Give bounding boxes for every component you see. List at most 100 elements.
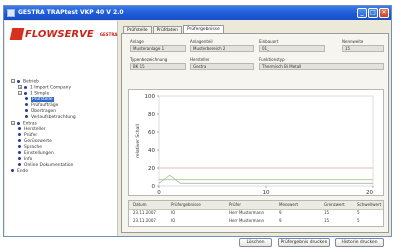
tree-item-label: 1 Import Company — [30, 85, 72, 91]
field-anlagenteil: Musterbereich 2 — [190, 45, 254, 52]
logo-mark-icon — [9, 28, 25, 40]
tree-item-label: 1 Simple — [30, 91, 50, 97]
y-tick-label: 0 — [152, 184, 156, 190]
bullet-icon — [25, 103, 28, 106]
tree-item-label: Prüfaufträge — [31, 103, 59, 108]
bullet-icon — [24, 85, 27, 89]
table-cell: IO — [171, 210, 176, 215]
y-tick-label: 20 — [148, 166, 155, 172]
y-tick-label: 80 — [148, 112, 155, 118]
y-tick-label: 100 — [145, 94, 156, 100]
field-nennweite: 15 — [342, 45, 384, 52]
flowserve-logo: FLOWSERVE GESTRA — [9, 28, 118, 42]
column-header[interactable]: Datum — [133, 201, 147, 209]
tree-item[interactable]: Ende — [11, 169, 115, 175]
logo-sub: GESTRA — [99, 31, 118, 37]
table-cell: Herr Mustermann — [229, 218, 265, 223]
tree-item-label: Verlaufsbetrachtung — [31, 115, 76, 120]
delete-button[interactable]: Löschen — [239, 238, 272, 247]
table-cell: Herr Mustermann — [229, 210, 265, 215]
bullet-icon — [17, 79, 20, 83]
tree-item-label: Übertragen — [31, 109, 56, 114]
bullet-icon — [25, 109, 28, 112]
column-header[interactable]: Grenzwert — [324, 201, 345, 209]
table-cell: IO — [171, 218, 176, 223]
y-tick-label: 40 — [148, 148, 155, 154]
window-title: GESTRA TRAPtest VKP 40 V 2.0 — [18, 9, 124, 16]
title-bar[interactable]: GESTRA TRAPtest VKP 40 V 2.0 _ □ ✕ — [4, 6, 391, 20]
bullet-icon — [18, 151, 21, 154]
bullet-icon — [18, 163, 21, 166]
tree-item-label: Info — [24, 157, 33, 162]
x-tick-label: 10 — [263, 190, 270, 195]
column-header[interactable]: Prüfergebnisse — [171, 201, 201, 209]
maximize-button[interactable]: □ — [368, 8, 378, 18]
close-button[interactable]: ✕ — [379, 8, 389, 18]
table-cell: 9 — [279, 210, 282, 215]
column-header[interactable]: Schwellwert — [357, 201, 381, 209]
x-tick-label: 20 — [366, 190, 373, 195]
collapse-icon[interactable]: − — [18, 91, 22, 95]
label-funktionstyp: Funktionstyp — [259, 57, 285, 62]
bullet-icon — [11, 169, 14, 172]
table-row[interactable]: 23.11.2007 IO Herr Mustermann 9 15 5 — [129, 209, 383, 217]
tree-item-label: Prüfer — [24, 133, 38, 138]
table-cell: 23.11.2007 — [133, 210, 156, 215]
y-tick-label: 60 — [148, 130, 155, 136]
field-anlage: Musteranlage 1 — [130, 45, 186, 52]
tree-item-label: Online Dokumentation — [24, 163, 74, 168]
navigation-tree: − Betrieb +1 Import Company − 1 Simple Prüfst… — [11, 79, 115, 175]
label-hersteller: Hersteller — [190, 57, 210, 62]
tree-item-label: Extras — [23, 121, 37, 127]
expand-icon[interactable]: + — [18, 85, 22, 89]
field-einbauort: 01_ — [259, 45, 325, 52]
table-cell: 9 — [279, 218, 282, 223]
minimize-button[interactable]: _ — [357, 8, 367, 18]
results-table[interactable]: Datum Prüfergebnisse Prüfer Messwert Grenzwe… — [128, 200, 384, 227]
tree-item-label: Hersteller — [24, 127, 46, 132]
label-nennweite: Nennweite — [342, 39, 364, 44]
field-hersteller: Gestra — [190, 63, 254, 70]
bullet-icon — [25, 115, 28, 118]
print-history-button[interactable]: Historie drucken — [335, 238, 384, 247]
label-anlage: Anlage — [130, 39, 144, 44]
column-header[interactable]: Messwert — [279, 201, 298, 209]
tab-panel-results: Anlage Musteranlage 1 Anlagenteil Muster… — [121, 33, 389, 233]
table-cell: 23.11.2007 — [133, 218, 156, 223]
bullet-icon — [25, 97, 28, 100]
main-area: Prüfstelle Prüfdaten Prüfergebnisse Anlage… — [118, 21, 390, 247]
print-result-button[interactable]: Prüfergebnis drucken — [278, 238, 330, 247]
bullet-icon — [18, 127, 21, 130]
bullet-icon — [18, 139, 21, 142]
sound-chart: 100 80 60 40 20 0 0 10 20 relativer Schall — [128, 89, 384, 196]
field-funktionstyp: Thermisch Bi Metall — [259, 63, 384, 70]
tree-item-label: Gerüsswerte — [24, 139, 52, 144]
bullet-icon — [24, 91, 27, 95]
table-row[interactable]: 23.11.2007 IO Herr Mustermann 9 15 5 — [129, 217, 383, 225]
bullet-icon — [18, 145, 21, 148]
y-axis-label: relativer Schall — [135, 124, 141, 158]
table-cell: 5 — [357, 218, 360, 223]
bullet-icon — [18, 157, 21, 160]
collapse-icon[interactable]: − — [11, 79, 15, 83]
tree-item-label: Betrieb — [23, 79, 39, 85]
column-header[interactable]: Prüfer — [229, 201, 241, 209]
bullet-icon — [18, 133, 21, 136]
app-icon — [7, 9, 15, 17]
app-window: GESTRA TRAPtest VKP 40 V 2.0 _ □ ✕ FLOWS… — [3, 5, 392, 247]
collapse-icon[interactable]: − — [11, 121, 15, 125]
bullet-icon — [17, 121, 20, 125]
tree-item-label: Sprache — [24, 145, 42, 150]
logo-brand: FLOWSERVE — [25, 28, 94, 40]
table-cell: 5 — [357, 210, 360, 215]
tab-strip: Prüfstelle Prüfdaten Prüfergebnisse — [123, 25, 225, 35]
tree-item-label: Prüfstelle — [31, 97, 54, 102]
x-tick-label: 0 — [157, 190, 161, 195]
tree-item-label: Einstellungen — [24, 151, 54, 156]
field-typ: BK 15 — [130, 63, 186, 70]
chart-svg: 100 80 60 40 20 00 10 20 relativer Schall — [135, 94, 374, 195]
plot-area — [158, 95, 374, 187]
label-anlagenteil: Anlagenteil — [190, 39, 213, 44]
sidebar: FLOWSERVE GESTRA − Betrieb +1 Import Compan… — [5, 21, 118, 236]
table-cell: 15 — [324, 210, 330, 215]
